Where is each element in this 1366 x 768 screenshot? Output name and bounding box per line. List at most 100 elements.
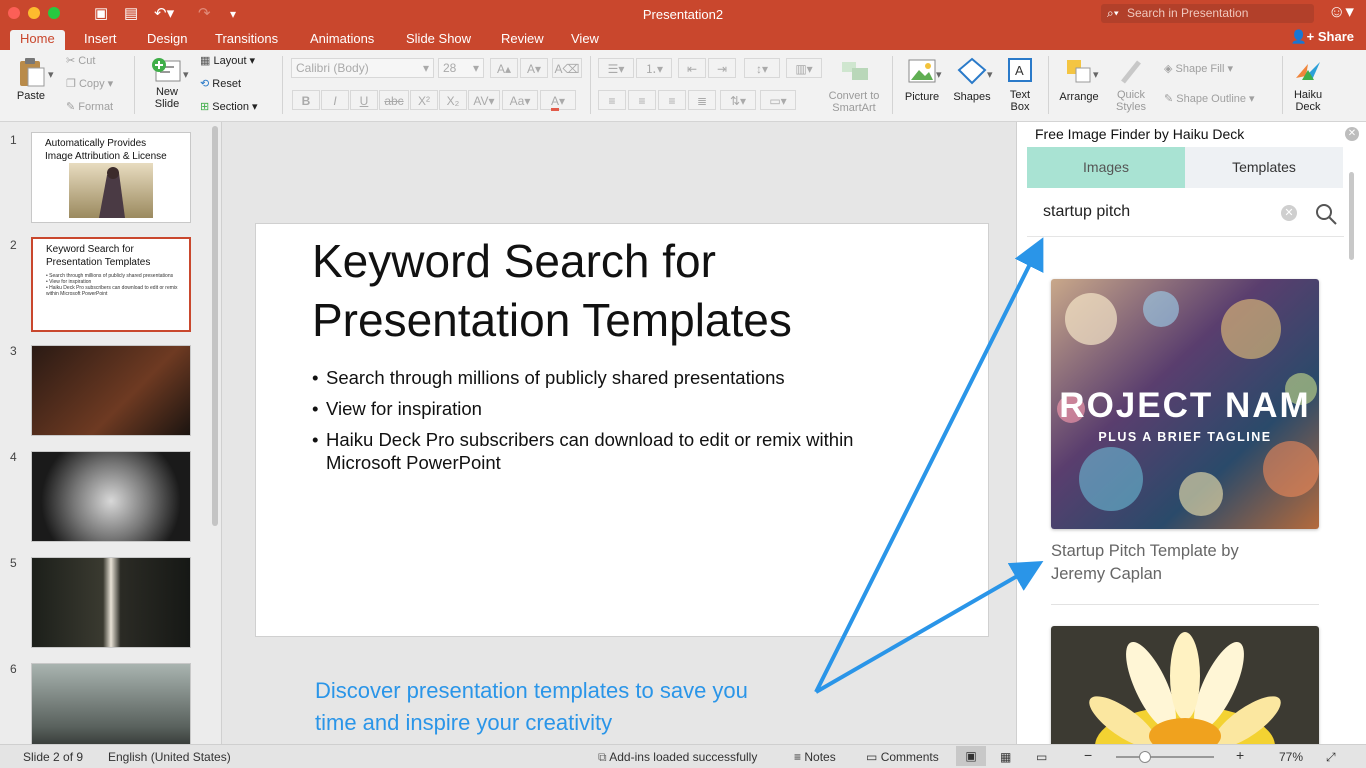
clear-search-icon[interactable]: ✕ xyxy=(1281,205,1297,221)
text-box-label-2: Box xyxy=(1010,101,1030,113)
arrange-chevron-icon[interactable]: ▾ xyxy=(1093,68,1099,81)
slide-thumbnail-6[interactable] xyxy=(31,663,191,744)
copy-button[interactable]: ❐ Copy ▾ xyxy=(66,77,113,90)
slide-thumbnail-3[interactable] xyxy=(31,345,191,436)
increase-font-size-button[interactable]: A▴ xyxy=(490,58,518,78)
thumbnail-scrollbar[interactable] xyxy=(212,126,218,526)
quick-styles-button[interactable]: Quick Styles xyxy=(1108,56,1154,113)
line-spacing-button[interactable]: ↕▾ xyxy=(744,58,780,78)
bullets-button[interactable]: ☰▾ xyxy=(598,58,634,78)
italic-button[interactable]: I xyxy=(321,90,349,110)
thumbnail-bullets: • Search through millions of publicly sh… xyxy=(46,273,178,297)
status-bar: Slide 2 of 9 English (United States) ⧉ A… xyxy=(0,744,1366,768)
align-left-button[interactable]: ≡ xyxy=(598,90,626,110)
reset-button[interactable]: ⟲ Reset xyxy=(200,77,241,90)
subscript-button[interactable]: X₂ xyxy=(439,90,467,110)
new-slide-chevron-icon[interactable]: ▾ xyxy=(183,68,189,81)
tab-home[interactable]: Home xyxy=(10,30,65,50)
shapes-chevron-icon[interactable]: ▾ xyxy=(987,68,993,81)
slide-thumbnail-4[interactable] xyxy=(31,451,191,542)
slide-body[interactable]: Search through millions of publicly shar… xyxy=(312,366,932,482)
layout-button[interactable]: ▦ Layout ▾ xyxy=(200,54,255,67)
zoom-slider[interactable] xyxy=(1116,751,1214,763)
feedback-smiley-icon[interactable]: ☺▾ xyxy=(1328,2,1354,22)
slide-thumbnail-5[interactable] xyxy=(31,557,191,648)
tab-design[interactable]: Design xyxy=(137,30,197,50)
character-spacing-button[interactable]: AV▾ xyxy=(468,90,500,110)
tab-insert[interactable]: Insert xyxy=(74,30,127,50)
reset-label: Reset xyxy=(212,78,242,90)
font-name-select[interactable]: Calibri (Body) ▾ xyxy=(291,58,434,78)
cut-button[interactable]: ✂ Cut xyxy=(66,54,95,67)
normal-view-button[interactable]: ▣ xyxy=(956,746,986,766)
zoom-level[interactable]: 77% xyxy=(1279,750,1303,764)
template-card[interactable] xyxy=(1051,626,1319,744)
haiku-deck-panel: Free Image Finder by Haiku Deck ✕ Images… xyxy=(1016,122,1366,744)
close-panel-icon[interactable]: ✕ xyxy=(1345,127,1359,141)
template-image-title: ROJECT NAM xyxy=(1059,386,1310,425)
comments-button[interactable]: ▭ Comments xyxy=(866,750,939,764)
template-card[interactable]: ROJECT NAM PLUS A BRIEF TAGLINE xyxy=(1051,279,1319,529)
columns-button[interactable]: ▥▾ xyxy=(786,58,822,78)
slide-number: 6 xyxy=(10,662,17,676)
slide-sorter-button[interactable]: ▦ xyxy=(1000,750,1011,764)
chevron-down-icon: ▾ xyxy=(422,61,429,75)
strikethrough-button[interactable]: abc xyxy=(379,90,409,110)
change-case-button[interactable]: Aa▾ xyxy=(502,90,538,110)
slide-editor-canvas: Keyword Search for Presentation Templates… xyxy=(228,122,1016,744)
section-button[interactable]: ⊞ Section ▾ xyxy=(200,100,258,113)
picture-chevron-icon[interactable]: ▾ xyxy=(936,68,942,81)
clear-formatting-icon[interactable]: A⌫ xyxy=(552,58,582,78)
puzzle-icon: ⧉ xyxy=(598,750,607,764)
increase-indent-button[interactable]: ⇥ xyxy=(708,58,736,78)
shape-outline-button[interactable]: ✎ Shape Outline ▾ xyxy=(1164,92,1255,105)
align-center-button[interactable]: ≡ xyxy=(628,90,656,110)
tab-review[interactable]: Review xyxy=(491,30,554,50)
justify-button[interactable]: ≣ xyxy=(688,90,716,110)
text-direction-button[interactable]: ⇅▾ xyxy=(720,90,756,110)
slide[interactable]: Keyword Search for Presentation Templates… xyxy=(255,223,989,637)
search-icon[interactable] xyxy=(1314,202,1338,226)
superscript-button[interactable]: X² xyxy=(410,90,438,110)
panel-scrollbar[interactable] xyxy=(1349,172,1354,260)
align-right-button[interactable]: ≡ xyxy=(658,90,686,110)
zoom-in-button[interactable]: + xyxy=(1236,747,1244,763)
presenter-view-button[interactable]: ▭ xyxy=(1036,750,1047,764)
text-box-button[interactable]: A Text Box xyxy=(1000,56,1040,113)
fit-to-window-icon[interactable]: ⤢ xyxy=(1326,750,1336,765)
template-search-input[interactable]: startup pitch ✕ xyxy=(1027,192,1344,237)
numbering-button[interactable]: ⒈▾ xyxy=(636,58,672,78)
zoom-slider-thumb[interactable] xyxy=(1139,751,1152,763)
slide-bullet: View for inspiration xyxy=(312,397,932,420)
decrease-font-size-button[interactable]: A▾ xyxy=(520,58,548,78)
brush-icon: ✎ xyxy=(66,101,76,113)
share-button[interactable]: 👤+ Share xyxy=(1290,29,1354,45)
underline-button[interactable]: U xyxy=(350,90,378,110)
zoom-out-button[interactable]: − xyxy=(1084,747,1092,763)
language-indicator[interactable]: English (United States) xyxy=(108,750,231,764)
font-size-select[interactable]: 28 ▾ xyxy=(438,58,484,78)
new-slide-button[interactable]: New Slide xyxy=(144,56,190,110)
font-color-button[interactable]: A▾ xyxy=(540,90,576,111)
tab-view[interactable]: View xyxy=(561,30,609,50)
tab-animations[interactable]: Animations xyxy=(300,30,384,50)
notes-button[interactable]: ≡ Notes xyxy=(794,750,836,764)
haiku-deck-button[interactable]: Haiku Deck xyxy=(1288,56,1328,113)
slide-thumbnail-2[interactable]: Keyword Search for Presentation Templates… xyxy=(31,237,191,332)
search-presentation-input[interactable]: ⌕▾ Search in Presentation xyxy=(1101,4,1314,23)
tab-slide-show[interactable]: Slide Show xyxy=(396,30,481,50)
decrease-indent-button[interactable]: ⇤ xyxy=(678,58,706,78)
slide-thumbnail-1[interactable]: Automatically Provides Image Attribution … xyxy=(31,132,191,223)
tab-templates[interactable]: Templates xyxy=(1185,147,1343,188)
font-name-value: Calibri (Body) xyxy=(296,61,369,75)
shape-fill-button[interactable]: ◈ Shape Fill ▾ xyxy=(1164,62,1233,75)
bold-button[interactable]: B xyxy=(292,90,320,110)
template-card-title[interactable]: Startup Pitch Template by Jeremy Caplan xyxy=(1051,540,1311,586)
format-painter-button[interactable]: ✎ Format xyxy=(66,100,113,113)
convert-to-smartart-button[interactable]: Convert to SmartArt xyxy=(824,56,884,114)
slide-title[interactable]: Keyword Search for Presentation Templates xyxy=(312,232,792,350)
paste-options-chevron-icon[interactable]: ▾ xyxy=(48,68,54,81)
tab-images[interactable]: Images xyxy=(1027,147,1185,188)
tab-transitions[interactable]: Transitions xyxy=(205,30,288,50)
align-text-button[interactable]: ▭▾ xyxy=(760,90,796,110)
